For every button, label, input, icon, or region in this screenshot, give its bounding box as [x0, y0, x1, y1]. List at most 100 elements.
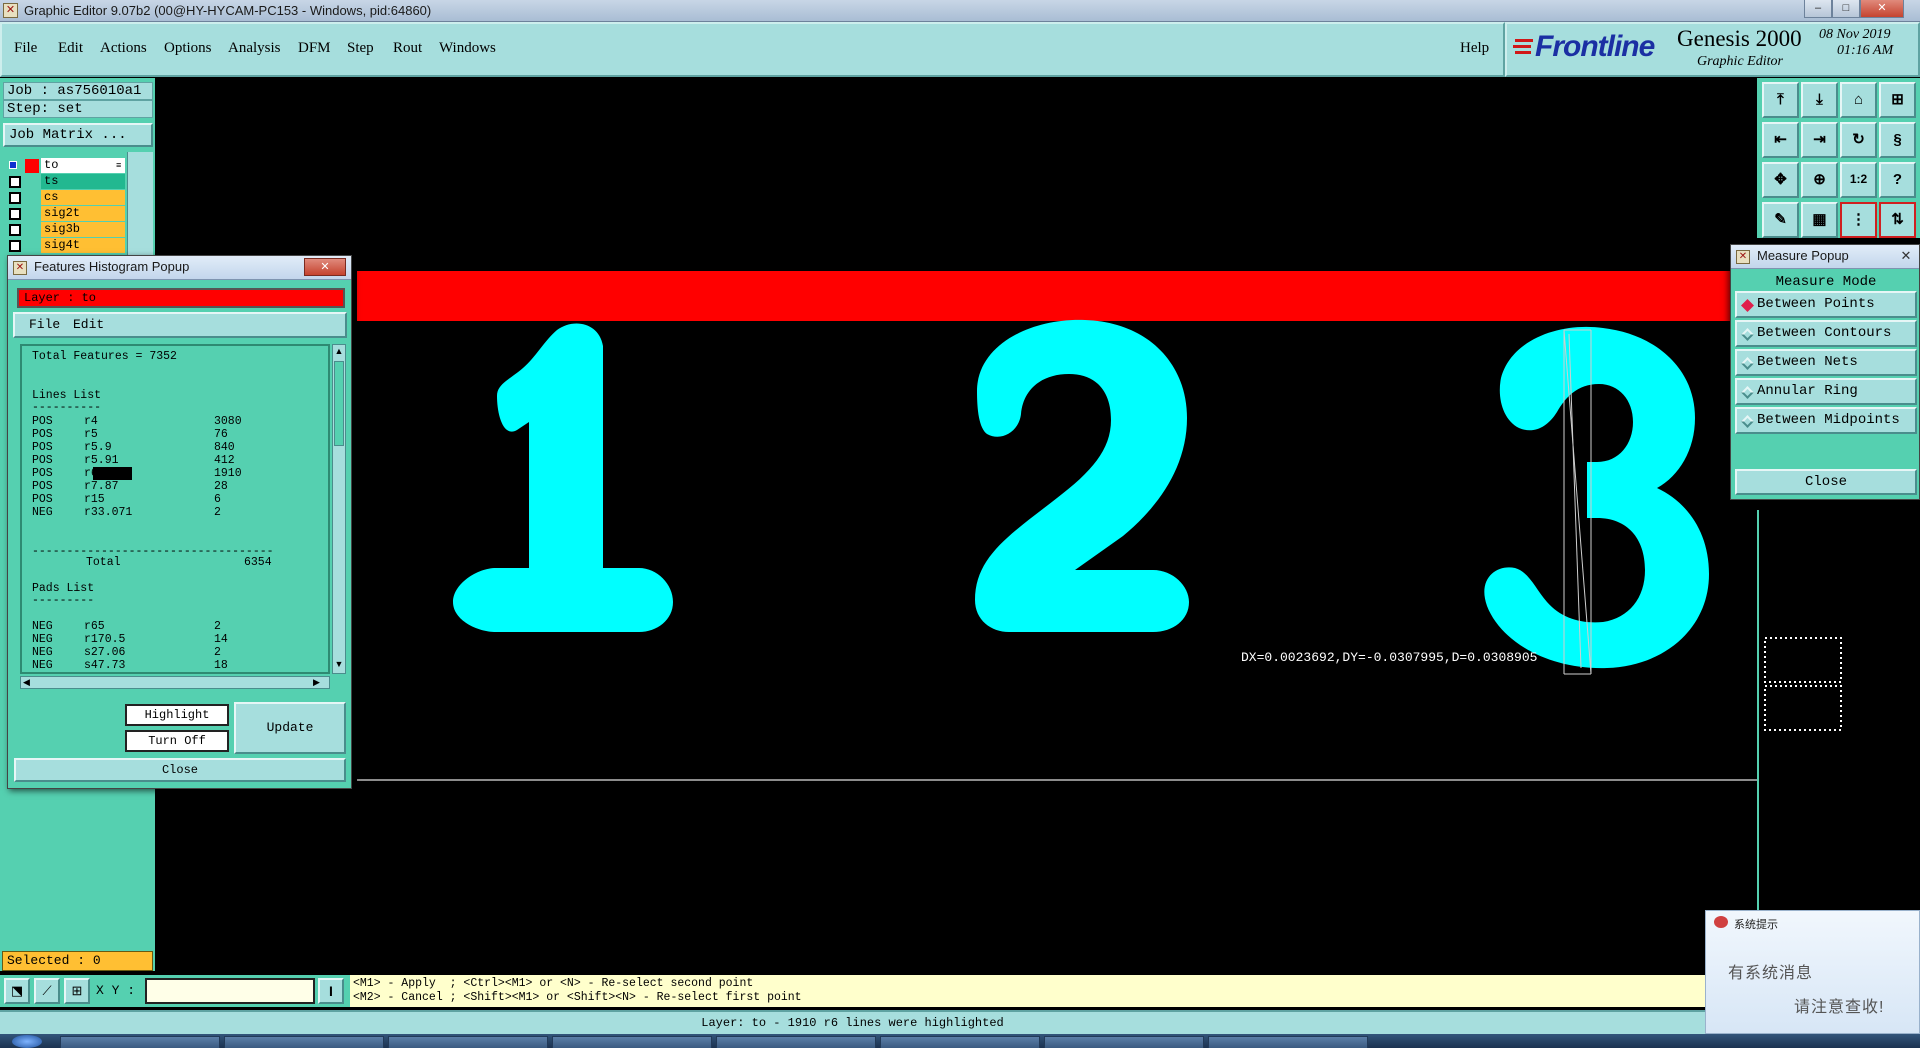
taskbar-item[interactable] [388, 1036, 548, 1048]
measure-popup: Measure Popup ✕ ✕ Measure Mode Between P… [1730, 244, 1920, 500]
taskbar-item[interactable] [716, 1036, 876, 1048]
measure-mode-icon[interactable]: ⟋ [34, 978, 60, 1004]
line-row-symbol: r6 [84, 467, 134, 480]
layer-row-cs[interactable]: cs [3, 190, 153, 206]
total-features: Total Features = 7352 [32, 350, 177, 363]
layer-label-sig4t[interactable]: sig4t [41, 238, 125, 253]
taskbar-item[interactable] [60, 1036, 220, 1048]
digit-1-shape [453, 323, 673, 632]
redraw-icon[interactable]: ↻ [1840, 122, 1877, 158]
update-button[interactable]: Update [234, 702, 346, 754]
pan-left-icon[interactable]: ⇤ [1762, 122, 1799, 158]
system-notification[interactable]: 系统提示 有系统消息 请注意查收! [1705, 910, 1920, 1034]
window-close-button[interactable]: ✕ [1860, 0, 1904, 18]
layer-checkbox[interactable] [9, 176, 21, 188]
option-label: Between Nets [1757, 354, 1858, 370]
minimize-button[interactable]: – [1804, 0, 1832, 18]
maximize-button[interactable]: □ [1832, 0, 1860, 18]
menu-step[interactable]: Step [347, 40, 374, 57]
scroll-left-icon[interactable]: ◀ [23, 677, 30, 688]
measure-option-between-contours[interactable]: Between Contours [1735, 320, 1917, 347]
histogram-vertical-scrollbar[interactable]: ▲ ▼ [332, 344, 346, 674]
pan-right-icon[interactable]: ⇥ [1801, 122, 1838, 158]
help-query-icon[interactable]: ? [1879, 162, 1916, 198]
graphic-canvas[interactable]: DX=0.0023692,DY=-0.0307995,D=0.0308905 [157, 78, 1757, 975]
histogram-menu-edit[interactable]: Edit [73, 314, 104, 336]
scroll-right-icon[interactable]: ▶ [313, 677, 320, 688]
snap-icon[interactable]: § [1879, 122, 1916, 158]
pan-down-icon[interactable]: ⤓ [1801, 82, 1838, 118]
start-button-icon[interactable] [12, 1035, 42, 1048]
taskbar-item[interactable] [1044, 1036, 1204, 1048]
layer-row-ts[interactable]: ts [3, 174, 153, 190]
menu-actions[interactable]: Actions [100, 40, 147, 57]
grid-icon[interactable]: ▦ [1801, 202, 1838, 238]
select-mode-icon[interactable]: ⬔ [4, 978, 30, 1004]
layer-label-sig3b[interactable]: sig3b [41, 222, 125, 237]
preview-thumbnail[interactable] [1763, 636, 1843, 732]
layer-checkbox[interactable] [9, 240, 21, 252]
layer-row-to[interactable]: to ≡ [3, 158, 153, 174]
measure-option-between-points[interactable]: Between Points [1735, 291, 1917, 318]
slider-settings-icon[interactable]: ⇅ [1879, 202, 1916, 238]
line-row-polarity: POS [32, 415, 53, 428]
histogram-close-button[interactable]: Close [14, 758, 346, 782]
product-subtitle: Graphic Editor [1697, 54, 1783, 69]
window-title: Graphic Editor 9.07b2 (00@HY-HYCAM-PC153… [24, 3, 432, 18]
info-icon[interactable]: I [318, 978, 344, 1004]
layer-label-sig2t[interactable]: sig2t [41, 206, 125, 221]
scroll-up-icon[interactable]: ▲ [334, 346, 344, 358]
xy-coordinate-input[interactable] [145, 978, 315, 1004]
menu-file[interactable]: File [14, 40, 37, 57]
layer-row-sig3b[interactable]: sig3b [3, 222, 153, 238]
measure-option-between-nets[interactable]: Between Nets [1735, 349, 1917, 376]
layer-checkbox[interactable] [9, 208, 21, 220]
grid-snap-icon[interactable]: ⊞ [64, 978, 90, 1004]
highlight-button[interactable]: Highlight [125, 704, 229, 726]
histogram-menu-file[interactable]: File [29, 314, 60, 336]
time-display: 01:16 AM [1837, 43, 1894, 58]
layer-checkbox[interactable] [9, 224, 21, 236]
turn-off-button[interactable]: Turn Off [125, 730, 229, 752]
home-icon[interactable]: ⌂ [1840, 82, 1877, 118]
date-display: 08 Nov 2019 [1819, 27, 1891, 42]
pad-row-count: 4 [214, 672, 221, 674]
layer-label-to[interactable]: to [41, 158, 125, 173]
taskbar-item[interactable] [224, 1036, 384, 1048]
window-split-icon[interactable]: ⊞ [1879, 82, 1916, 118]
zoom-ratio-icon[interactable]: 1:2 [1840, 162, 1877, 198]
menu-options[interactable]: Options [164, 40, 212, 57]
job-matrix-button[interactable]: Job Matrix ... [3, 123, 153, 147]
menu-dfm[interactable]: DFM [298, 40, 331, 57]
scroll-thumb[interactable] [334, 361, 344, 446]
zoom-home-icon[interactable]: ✥ [1762, 162, 1799, 198]
histogram-horizontal-scrollbar[interactable]: ◀ ▶ [20, 676, 330, 689]
layer-row-sig4t[interactable]: sig4t [3, 238, 153, 254]
traffic-light-icon[interactable]: ⋮ [1840, 202, 1877, 238]
digit-3-shape [1484, 326, 1709, 669]
measure-option-between-midpoints[interactable]: Between Midpoints [1735, 407, 1917, 434]
layer-checkbox[interactable] [9, 192, 21, 204]
draw-icon[interactable]: ✎ [1762, 202, 1799, 238]
line-row-symbol: r4 [84, 415, 98, 428]
zoom-fit-icon[interactable]: ⊕ [1801, 162, 1838, 198]
taskbar-item[interactable] [552, 1036, 712, 1048]
measure-close-button[interactable]: Close [1735, 469, 1917, 495]
bottom-bar: ⬔ ⟋ ⊞ X Y : I <M1> - Apply ; <Ctrl><M1> … [0, 975, 1705, 1007]
layer-label-ts[interactable]: ts [41, 174, 125, 189]
menu-edit[interactable]: Edit [58, 40, 83, 57]
taskbar-item[interactable] [1208, 1036, 1368, 1048]
menu-rout[interactable]: Rout [393, 40, 422, 57]
layer-label-cs[interactable]: cs [41, 190, 125, 205]
measure-option-annular-ring[interactable]: Annular Ring [1735, 378, 1917, 405]
menu-analysis[interactable]: Analysis [228, 40, 281, 57]
layer-row-sig2t[interactable]: sig2t [3, 206, 153, 222]
scroll-down-icon[interactable]: ▼ [334, 659, 344, 671]
menu-windows[interactable]: Windows [439, 40, 496, 57]
pan-up-icon[interactable]: ⤒ [1762, 82, 1799, 118]
histogram-close-x-button[interactable]: ✕ [304, 258, 346, 276]
taskbar-item[interactable] [880, 1036, 1040, 1048]
menu-help[interactable]: Help [1460, 40, 1489, 57]
layer-menu-icon[interactable]: ≡ [116, 161, 121, 171]
measure-close-x-button[interactable]: ✕ [1897, 248, 1915, 264]
